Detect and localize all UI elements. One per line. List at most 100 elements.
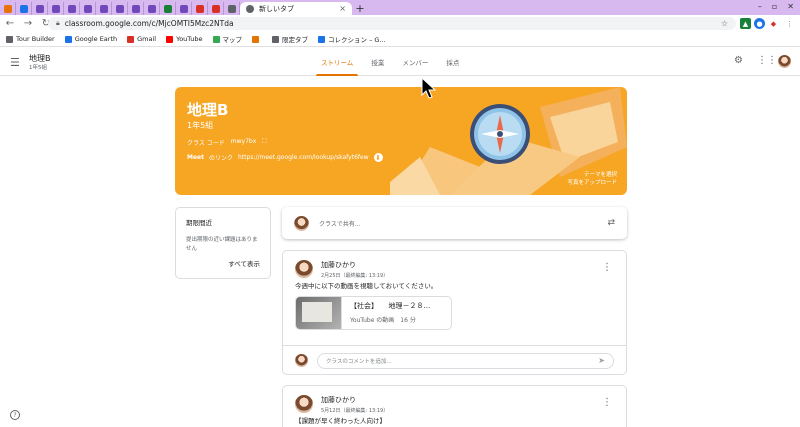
menu-icon[interactable]: ☰ bbox=[10, 56, 20, 69]
tab-people[interactable]: メンバー bbox=[393, 47, 437, 76]
browser-tab[interactable] bbox=[48, 2, 64, 15]
video-attachment[interactable]: 【社会】 地理－２８... YouTube の動画 16 分 bbox=[295, 296, 452, 330]
address-bar[interactable]: 🔒︎ classroom.google.com/c/MjcOMTI5Mzc2NT… bbox=[48, 17, 736, 30]
bookmark-label: 限定タブ bbox=[282, 36, 309, 44]
class-section: 1年5組 bbox=[29, 65, 47, 71]
send-icon[interactable]: ➤ bbox=[598, 356, 605, 365]
tab-close-icon[interactable]: × bbox=[339, 4, 346, 13]
bookmark-star-icon[interactable]: ☆ bbox=[721, 19, 728, 28]
tab-favicon-icon bbox=[83, 4, 92, 13]
bookmark-item[interactable]: コレクション – G... bbox=[318, 34, 386, 44]
restore-icon[interactable]: ▫ bbox=[772, 2, 777, 11]
extension-icon[interactable]: ▲ bbox=[740, 18, 751, 29]
tab-favicon-icon bbox=[67, 4, 76, 13]
lock-icon: 🔒︎ bbox=[56, 19, 60, 27]
bookmark-icon bbox=[166, 35, 174, 43]
browser-tab[interactable] bbox=[160, 2, 176, 15]
browser-tab[interactable] bbox=[128, 2, 144, 15]
post-author: 加藤ひかり bbox=[321, 261, 356, 269]
post-date: 5月12日（最終編集: 13:19） bbox=[321, 408, 389, 414]
fullscreen-icon[interactable]: ⛶ bbox=[262, 138, 266, 147]
bookmark-item[interactable]: Tour Builder bbox=[6, 35, 55, 43]
tab-favicon-icon bbox=[51, 4, 60, 13]
class-nav-tabs: ストリーム 授業 メンバー 採点 bbox=[312, 47, 468, 76]
share-box[interactable]: クラスで共有... ⇄ bbox=[282, 207, 627, 239]
tab-favicon-icon bbox=[19, 4, 28, 13]
browser-tab[interactable] bbox=[176, 2, 192, 15]
bookmark-label: マップ bbox=[222, 36, 243, 44]
share-placeholder[interactable]: クラスで共有... bbox=[319, 219, 597, 228]
more-vert-icon[interactable]: ⋮ bbox=[602, 262, 612, 273]
avatar[interactable] bbox=[778, 55, 791, 68]
upcoming-text: 提出期限の近い課題はありません bbox=[186, 237, 258, 252]
browser-toolbar: ← → ↻ 🔒︎ classroom.google.com/c/MjcOMTI5… bbox=[0, 15, 800, 32]
minimize-icon[interactable]: – bbox=[758, 2, 762, 11]
bookmark-item[interactable]: マップ bbox=[212, 34, 243, 44]
avatar bbox=[294, 215, 309, 231]
browser-tab[interactable] bbox=[192, 2, 208, 15]
tab-classwork[interactable]: 授業 bbox=[362, 47, 393, 76]
bookmark-item[interactable] bbox=[252, 35, 262, 43]
bookmark-label: コレクション – G... bbox=[328, 36, 386, 44]
select-theme-link[interactable]: テーマを選択 bbox=[567, 171, 617, 179]
tab-favicon-icon bbox=[195, 4, 204, 13]
tab-favicon-icon bbox=[246, 4, 254, 13]
tab-grades[interactable]: 採点 bbox=[437, 47, 468, 76]
extension-icon[interactable]: ◆ bbox=[768, 18, 779, 29]
repost-icon[interactable]: ⇄ bbox=[607, 218, 615, 228]
more-vert-icon[interactable]: ⋮ bbox=[602, 397, 612, 408]
view-all-button[interactable]: すべて表示 bbox=[228, 258, 260, 268]
bookmark-item[interactable]: YouTube bbox=[166, 35, 203, 43]
browser-tab[interactable] bbox=[208, 2, 224, 15]
browser-tab-strip: 新しいタブ × + bbox=[0, 0, 800, 15]
download-icon[interactable]: ⬇ bbox=[373, 153, 383, 162]
tab-favicon-icon bbox=[211, 4, 220, 13]
bookmark-icon bbox=[272, 35, 280, 43]
banner-customize: テーマを選択 写真をアップロード bbox=[567, 171, 617, 187]
banner-title: 地理B bbox=[187, 101, 229, 119]
meet-url[interactable]: https://meet.google.com/lookup/skafyt6fe… bbox=[238, 154, 369, 161]
extension-icon[interactable]: ● bbox=[754, 18, 765, 29]
bookmark-icon bbox=[64, 35, 72, 43]
tab-favicon-icon bbox=[179, 4, 188, 13]
browser-tab[interactable] bbox=[0, 2, 16, 15]
browser-tab[interactable] bbox=[224, 2, 240, 15]
bookmark-icon bbox=[318, 35, 326, 43]
url-text[interactable]: classroom.google.com/c/MjcOMTI5Mzc2NTda bbox=[65, 19, 716, 28]
bookmark-item[interactable]: Gmail bbox=[127, 35, 156, 43]
tab-favicon-icon bbox=[3, 4, 12, 13]
browser-tab[interactable] bbox=[16, 2, 32, 15]
new-tab-button[interactable]: + bbox=[352, 2, 368, 15]
bookmark-item[interactable]: 限定タブ bbox=[272, 34, 308, 44]
browser-tab[interactable] bbox=[80, 2, 96, 15]
comment-input[interactable]: クラスのコメントを追加... ➤ bbox=[317, 352, 614, 369]
mouse-cursor-icon bbox=[421, 77, 437, 99]
apps-grid-icon[interactable]: ⋮⋮ bbox=[757, 55, 777, 66]
upload-photo-link[interactable]: 写真をアップロード bbox=[567, 179, 617, 187]
browser-tab[interactable] bbox=[32, 2, 48, 15]
upcoming-heading: 期限間近 bbox=[186, 219, 212, 227]
browser-tab[interactable] bbox=[64, 2, 80, 15]
bookmark-item[interactable]: Google Earth bbox=[64, 35, 117, 43]
comment-row: クラスのコメントを追加... ➤ bbox=[283, 345, 626, 375]
close-icon[interactable]: ✕ bbox=[787, 2, 794, 11]
tab-favicon-icon bbox=[115, 4, 124, 13]
browser-menu-icon[interactable]: ⋮ bbox=[784, 18, 795, 29]
tab-favicon-icon bbox=[163, 4, 172, 13]
browser-tab[interactable] bbox=[112, 2, 128, 15]
forward-icon[interactable]: → bbox=[23, 18, 33, 29]
browser-tab[interactable] bbox=[144, 2, 160, 15]
post-header: 加藤ひかり 2月25日（最終編集: 13:19） bbox=[295, 260, 388, 279]
active-browser-tab[interactable]: 新しいタブ × bbox=[240, 2, 352, 15]
help-icon[interactable]: ? bbox=[10, 410, 20, 420]
gear-icon[interactable]: ⚙ bbox=[734, 55, 743, 66]
tab-stream[interactable]: ストリーム bbox=[312, 47, 362, 76]
meet-link-label: のリンク bbox=[208, 155, 233, 162]
browser-tab[interactable] bbox=[96, 2, 112, 15]
tab-favicon-icon bbox=[35, 4, 44, 13]
back-icon[interactable]: ← bbox=[5, 18, 15, 29]
avatar bbox=[295, 354, 308, 367]
bookmarks-bar: Tour Builder Google Earth Gmail YouTube マップ 限… bbox=[0, 32, 800, 47]
stream-post: 加藤ひかり 2月25日（最終編集: 13:19） ⋮ 今週中に以下の動画を視聴し… bbox=[282, 250, 627, 375]
tab-favicon-icon bbox=[227, 4, 236, 13]
